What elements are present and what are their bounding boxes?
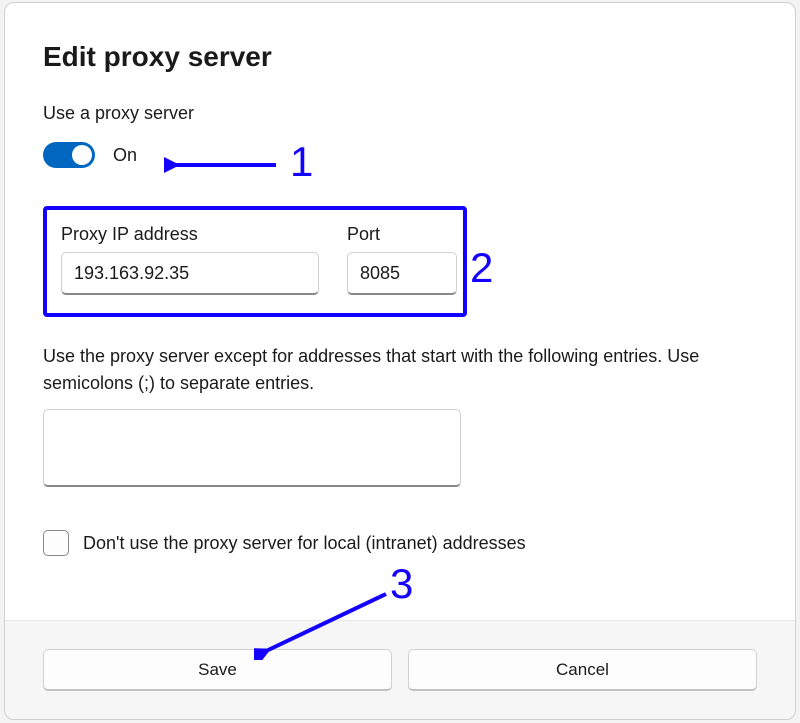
ip-field-group: Proxy IP address <box>61 224 319 295</box>
bypass-local-row: Don't use the proxy server for local (in… <box>43 530 757 556</box>
bypass-local-label: Don't use the proxy server for local (in… <box>83 533 526 554</box>
dialog-body: Edit proxy server Use a proxy server On … <box>5 3 795 620</box>
port-field-group: Port <box>347 224 457 295</box>
dialog-title: Edit proxy server <box>43 41 757 73</box>
save-button[interactable]: Save <box>43 649 392 691</box>
use-proxy-toggle[interactable] <box>43 142 95 168</box>
exceptions-help-text: Use the proxy server except for addresse… <box>43 343 757 397</box>
cancel-button[interactable]: Cancel <box>408 649 757 691</box>
ip-port-group-annotation: Proxy IP address Port <box>43 206 467 317</box>
exceptions-input[interactable] <box>43 409 461 487</box>
port-label: Port <box>347 224 457 245</box>
toggle-state-label: On <box>113 145 137 166</box>
bypass-local-checkbox[interactable] <box>43 530 69 556</box>
edit-proxy-dialog: Edit proxy server Use a proxy server On … <box>4 2 796 720</box>
proxy-ip-input[interactable] <box>61 252 319 295</box>
dialog-footer: Save Cancel <box>5 620 795 719</box>
use-proxy-label: Use a proxy server <box>43 103 757 124</box>
ip-label: Proxy IP address <box>61 224 319 245</box>
toggle-knob <box>72 145 92 165</box>
toggle-row: On <box>43 142 757 168</box>
proxy-port-input[interactable] <box>347 252 457 295</box>
